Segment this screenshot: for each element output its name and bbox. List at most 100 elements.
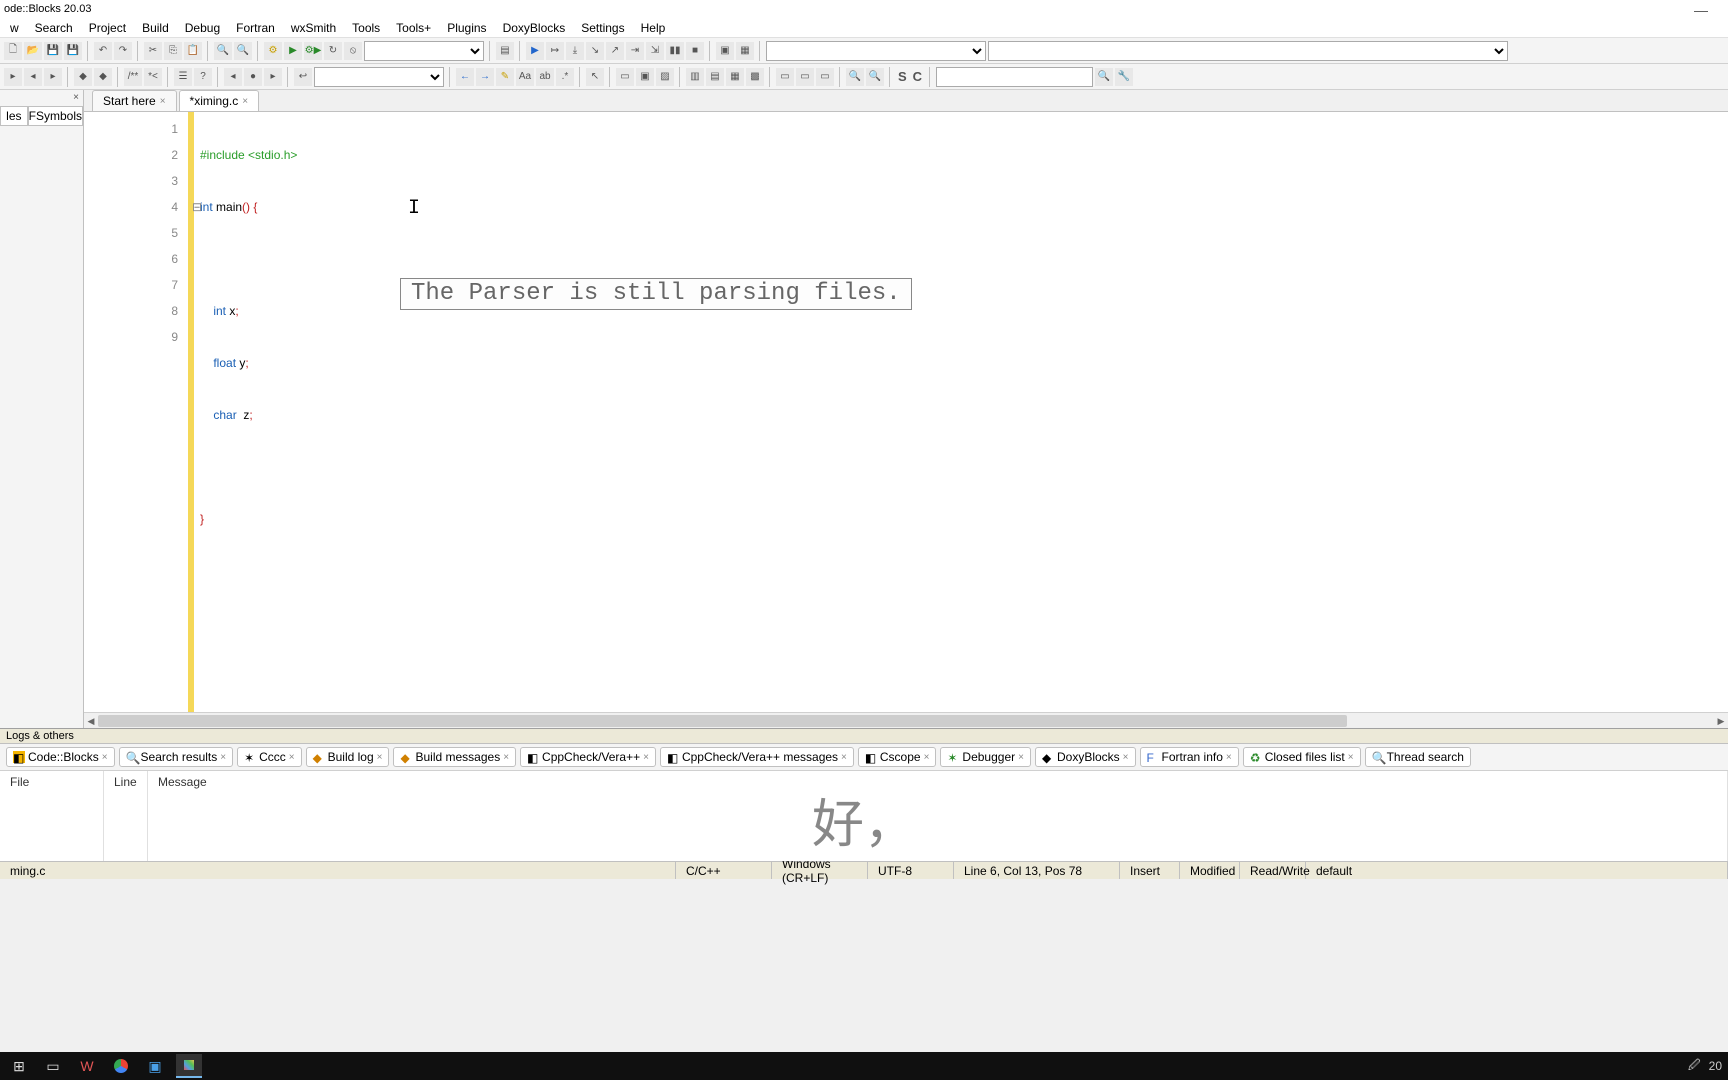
explorer-icon[interactable]: ▣ [142,1054,168,1078]
toggle-source-icon[interactable]: ▤ [496,42,514,60]
doxy-icon[interactable]: ◆ [74,68,92,86]
close-icon[interactable]: × [643,752,649,763]
close-icon[interactable]: × [102,752,108,763]
comment-block-icon[interactable]: /** [124,68,142,86]
replace-icon[interactable]: 🔍 [234,42,252,60]
debugging-windows-icon[interactable]: ▣ [716,42,734,60]
scroll-left-icon[interactable]: ◀ [84,713,98,729]
search-input[interactable] [936,67,1093,87]
log-tab-closed-files[interactable]: ♻Closed files list× [1243,747,1361,767]
log-tab-thread-search[interactable]: 🔍Thread search [1365,747,1471,767]
menu-toolsplus[interactable]: Tools+ [388,19,439,37]
code-editor[interactable]: 1 2 3 4 5 6 7 8 9 #include <stdio.h> ⊟in… [84,112,1728,712]
status-eol[interactable]: Windows (CR+LF) [772,862,868,879]
copy-icon[interactable]: ⎘ [164,42,182,60]
block4-icon[interactable]: ▩ [746,68,764,86]
close-icon[interactable]: × [924,752,930,763]
menu-tools[interactable]: Tools [344,19,388,37]
menu-project[interactable]: Project [81,19,134,37]
log-tab-cscope[interactable]: ◧Cscope× [858,747,937,767]
abort-icon[interactable]: ⦸ [344,42,362,60]
close-icon[interactable]: × [1348,752,1354,763]
debug-combo-1[interactable] [766,41,986,61]
close-icon[interactable]: × [160,96,166,107]
log-tab-cppcheck[interactable]: ◧CppCheck/Vera++× [520,747,656,767]
bookmark-toggle-icon[interactable]: ▸ [4,68,22,86]
close-icon[interactable]: × [1226,752,1232,763]
save-icon[interactable]: 💾 [44,42,62,60]
log-tab-buildlog[interactable]: ◆Build log× [306,747,390,767]
close-icon[interactable]: × [841,752,847,763]
horizontal-scrollbar[interactable]: ◀ ▶ [84,712,1728,728]
stop-debugger-icon[interactable]: ■ [686,42,704,60]
menu-wxsmith[interactable]: wxSmith [283,19,344,37]
close-icon[interactable]: × [289,752,295,763]
chrome-icon[interactable] [108,1054,134,1078]
status-profile[interactable]: default [1306,862,1728,879]
menu-search[interactable]: Search [27,19,81,37]
code-content[interactable]: #include <stdio.h> ⊟int main() { int x; … [194,112,1728,712]
match-case-icon[interactable]: Aa [516,68,534,86]
break-debugger-icon[interactable]: ▮▮ [666,42,684,60]
log-tab-doxyblocks[interactable]: ◆DoxyBlocks× [1035,747,1136,767]
run-icon[interactable]: ▶ [284,42,302,60]
bookmark-prev-icon[interactable]: ◂ [24,68,42,86]
status-enc[interactable]: UTF-8 [868,862,954,879]
close-icon[interactable]: × [1123,752,1129,763]
step-into-icon[interactable]: ↘ [586,42,604,60]
scope-combo[interactable] [314,67,444,87]
menu-fortran[interactable]: Fortran [228,19,283,37]
nav-back-icon[interactable]: ← [456,68,474,86]
cut-icon[interactable]: ✂ [144,42,162,60]
nav-fwd-icon[interactable]: → [476,68,494,86]
block3-icon[interactable]: ▦ [726,68,744,86]
build-icon[interactable]: ⚙ [264,42,282,60]
block2-icon[interactable]: ▤ [706,68,724,86]
codeblocks-taskbar-icon[interactable] [176,1054,202,1078]
doxy2-icon[interactable]: ◆ [94,68,112,86]
open-file-icon[interactable]: 📂 [24,42,42,60]
inline2-icon[interactable]: ▭ [796,68,814,86]
last-jump-icon[interactable]: ↩ [294,68,312,86]
tab-ximing-c[interactable]: *ximing.c × [179,90,260,111]
menu-plugins[interactable]: Plugins [439,19,494,37]
various-info-icon[interactable]: ▦ [736,42,754,60]
build-target-combo[interactable] [364,41,484,61]
log-tab-buildmsg[interactable]: ◆Build messages× [393,747,516,767]
fold-icon[interactable]: ⊟ [192,194,202,220]
step-out-icon[interactable]: ↗ [606,42,624,60]
cursor-icon[interactable]: ↖ [586,68,604,86]
regex-icon[interactable]: .* [556,68,574,86]
doxy-help-icon[interactable]: ? [194,68,212,86]
undo-icon[interactable]: ↶ [94,42,112,60]
find-icon[interactable]: 🔍 [214,42,232,60]
menu-build[interactable]: Build [134,19,177,37]
doxy-chm-icon[interactable]: ☰ [174,68,192,86]
log-tab-cppcheck-msg[interactable]: ◧CppCheck/Vera++ messages× [660,747,854,767]
log-tab-cccc[interactable]: ✶Cccc× [237,747,302,767]
step-into-instr-icon[interactable]: ⇲ [646,42,664,60]
bookmark-next-icon[interactable]: ▸ [44,68,62,86]
menu-settings[interactable]: Settings [573,19,632,37]
rebuild-icon[interactable]: ↻ [324,42,342,60]
scroll-thumb[interactable] [98,715,1347,727]
whole-word-icon[interactable]: ab [536,68,554,86]
settings-icon[interactable]: 🔧 [1115,68,1133,86]
status-lang[interactable]: C/C++ [676,862,772,879]
side-tab-fsymbols[interactable]: FSymbols [28,106,83,126]
comment-line-icon[interactable]: *< [144,68,162,86]
menu-view[interactable]: w [2,19,27,37]
save-all-icon[interactable]: 💾 [64,42,82,60]
log-tab-fortran[interactable]: FFortran info× [1140,747,1239,767]
status-insert[interactable]: Insert [1120,862,1180,879]
log-tab-codeblocks[interactable]: ◧Code::Blocks× [6,747,115,767]
close-icon[interactable]: × [503,752,509,763]
highlight-icon[interactable]: ✎ [496,68,514,86]
scroll-right-icon[interactable]: ▶ [1714,713,1728,729]
block1-icon[interactable]: ▥ [686,68,704,86]
close-icon[interactable]: × [377,752,383,763]
zoom-sel-icon[interactable]: ▣ [636,68,654,86]
zoom-out-icon[interactable]: 🔍 [866,68,884,86]
close-icon[interactable]: × [242,96,248,107]
side-tab-files[interactable]: les [0,106,28,126]
